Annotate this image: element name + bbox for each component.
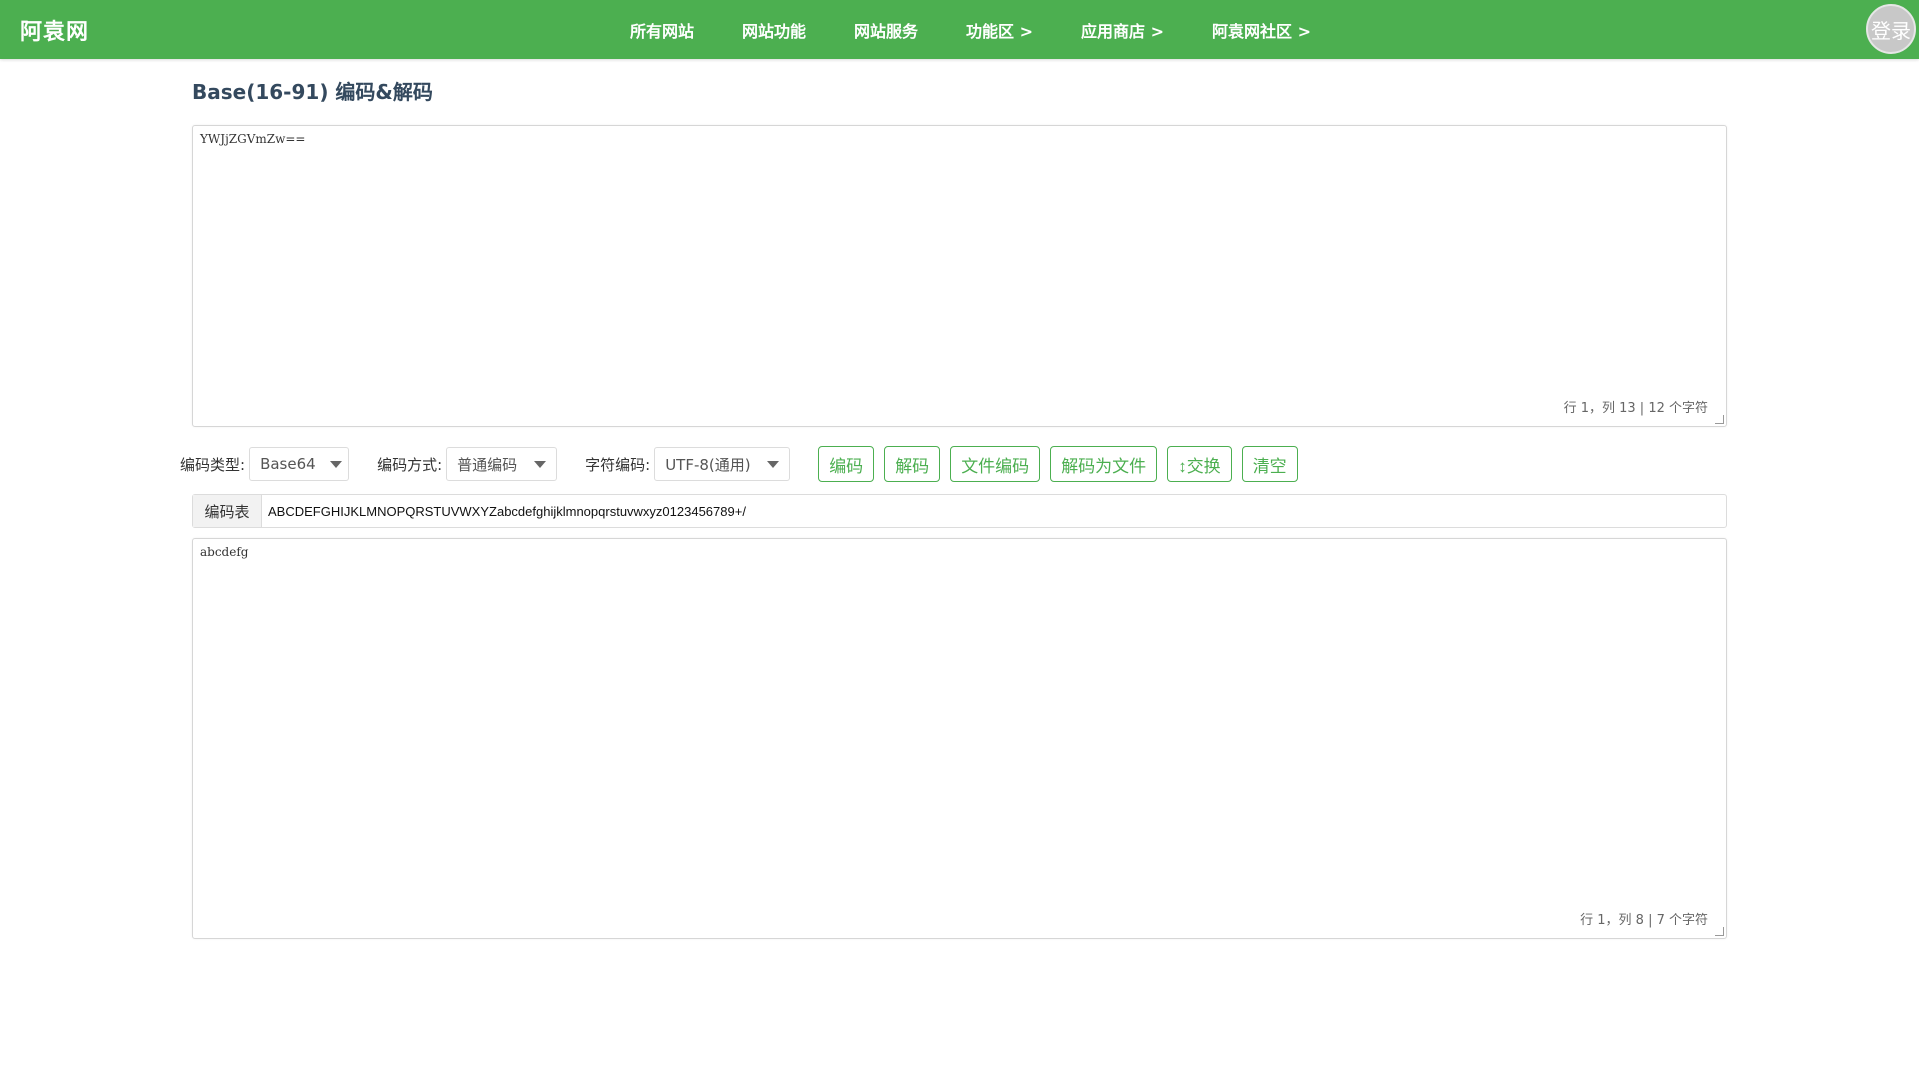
input-editor: YWJjZGVmZw== 行 1，列 13 | 12 个字符 [192,125,1727,427]
file-encode-button[interactable]: 文件编码 [950,446,1041,482]
decode-button[interactable]: 解码 [884,446,941,482]
top-navbar: 阿袁网 所有网站 网站功能 网站服务 功能区 > 应用商店 > 阿袁网社区 > … [0,0,1919,59]
nav-item-community[interactable]: 阿袁网社区 > [1212,18,1311,42]
chevron-down-icon [534,460,547,468]
charset-select[interactable]: UTF-8(通用) [654,447,791,481]
chevron-down-icon [767,460,780,468]
nav-item-all-sites[interactable]: 所有网站 [630,18,694,42]
nav-item-app-store[interactable]: 应用商店 > [1081,18,1164,42]
clear-button[interactable]: 清空 [1241,446,1298,482]
swap-button[interactable]: ↕交换 [1167,446,1232,482]
resize-handle[interactable] [1715,415,1724,424]
encoding-method-select[interactable]: 普通编码 [446,447,558,481]
nav-item-site-features[interactable]: 网站功能 [742,18,806,42]
login-button[interactable]: 登录 [1866,4,1916,54]
page-title: Base(16-91) 编码&解码 [192,80,433,104]
alphabet-field: 编码表 [192,494,1727,528]
resize-handle[interactable] [1715,927,1724,936]
input-textarea[interactable]: YWJjZGVmZw== [193,126,1726,426]
chevron-down-icon [329,460,342,468]
controls-row: 编码类型: Base64 编码方式: 普通编码 字符编码: UTF-8(通用) … [180,445,1308,483]
charset-label: 字符编码: [585,455,651,474]
encoding-type-select[interactable]: Base64 [249,447,350,481]
brand-logo[interactable]: 阿袁网 [20,14,89,46]
charset-value: UTF-8(通用) [665,455,751,474]
encoding-method-label: 编码方式: [377,455,443,474]
encode-button[interactable]: 编码 [818,446,875,482]
encoding-type-value: Base64 [260,455,316,473]
alphabet-input[interactable] [262,495,1726,527]
nav-item-feature-area[interactable]: 功能区 > [966,18,1033,42]
output-status: 行 1，列 8 | 7 个字符 [1580,913,1708,928]
alphabet-label: 编码表 [193,495,262,527]
output-editor: abcdefg 行 1，列 8 | 7 个字符 [192,538,1727,939]
nav-item-site-services[interactable]: 网站服务 [854,18,918,42]
input-status: 行 1，列 13 | 12 个字符 [1563,401,1708,416]
decode-to-file-button[interactable]: 解码为文件 [1050,446,1158,482]
encoding-method-value: 普通编码 [457,455,518,474]
encoding-type-label: 编码类型: [180,455,246,474]
output-textarea[interactable]: abcdefg [193,539,1726,938]
main-nav: 所有网站 网站功能 网站服务 功能区 > 应用商店 > 阿袁网社区 > [630,0,1359,59]
